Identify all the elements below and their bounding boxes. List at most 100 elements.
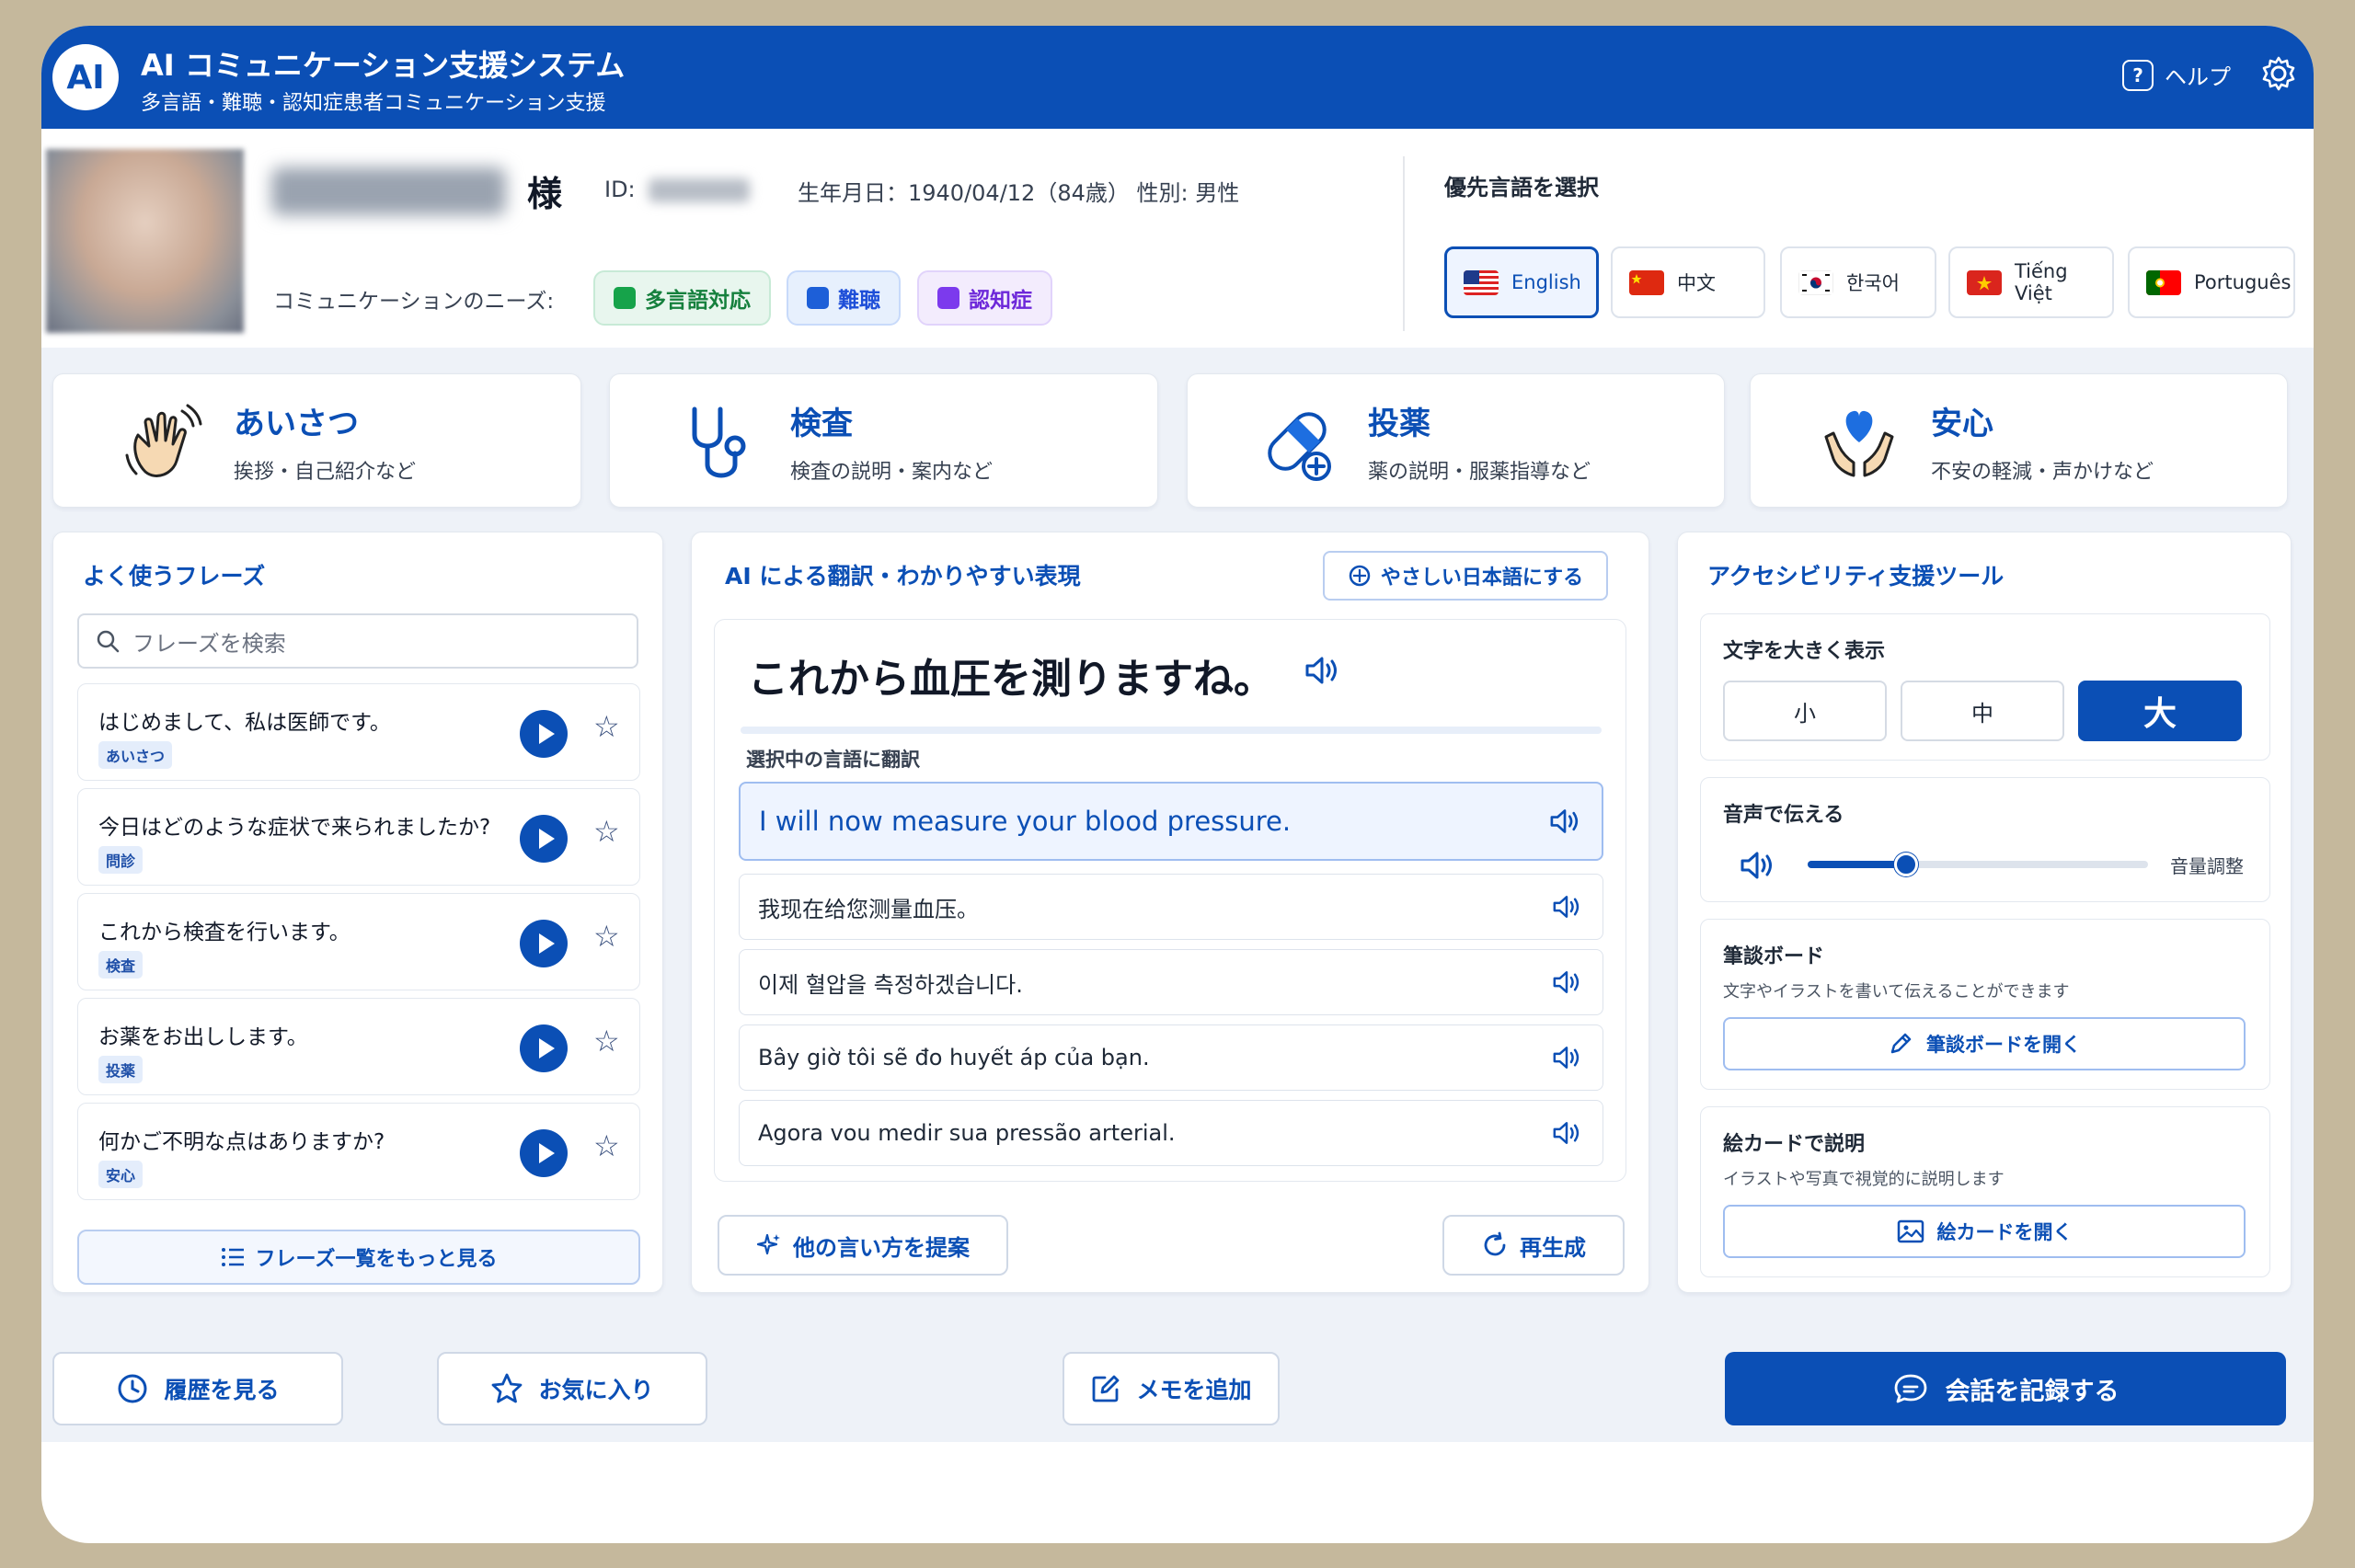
help-label: ヘルプ [2165,64,2231,90]
star-outline-icon [492,1373,523,1403]
patient-birth-info: 生年月日：1940/04/12（84歳） 性別: 男性 [798,180,1240,206]
phrase-text: はじめまして、私は医師です。 [98,711,391,735]
action-bar: 履歴を見る お気に入り メモを追加 会話を記録する [41,1313,2314,1442]
translation-title: AI による翻訳・わかりやすい表現 [725,563,1081,589]
phrase-tag: 投薬 [98,1056,144,1083]
favorites-button[interactable]: お気に入り [437,1352,707,1425]
translation-result-english[interactable]: I will now measure your blood pressure. [739,782,1603,861]
phrase-item[interactable]: 今日はどのような症状で来られましたか? 問診 ☆ [77,788,640,886]
text-size-tool: 文字を大きく表示 小 中 大 [1700,613,2270,761]
korea-flag-icon [1798,269,1833,295]
translation-result-chinese[interactable]: 我现在给您测量血压。 [739,874,1603,940]
play-icon[interactable] [520,920,568,967]
speaker-icon[interactable] [1548,807,1581,835]
star-icon[interactable]: ☆ [593,921,620,951]
category-title: 検査 [790,406,853,442]
regenerate-button[interactable]: 再生成 [1442,1215,1625,1276]
phrase-tag: 安心 [98,1161,144,1188]
category-title: あいさつ [234,406,359,442]
language-option-english[interactable]: English [1444,246,1599,318]
speaker-icon[interactable] [1551,894,1582,920]
language-label: English [1511,271,1581,293]
category-subtitle: 薬の説明・服薬指導など [1368,461,1591,484]
play-icon[interactable] [520,710,568,758]
patient-photo [46,149,244,333]
text-size-small-button[interactable]: 小 [1723,681,1887,741]
need-badge-multilingual: 多言語対応 [593,270,771,326]
record-conversation-button[interactable]: 会話を記録する [1725,1352,2286,1425]
category-reassurance[interactable]: 安心 不安の軽減・声かけなど [1750,373,2288,508]
app-header: AI AI コミュニケーション支援システム 多言語・難聴・認知症患者コミュニケー… [41,26,2314,129]
clock-icon [118,1374,147,1403]
phrase-item[interactable]: お薬をお出しします。 投薬 ☆ [77,998,640,1095]
speaker-icon[interactable] [1551,969,1582,995]
add-memo-label: メモを追加 [1136,1377,1252,1403]
image-icon [1897,1219,1924,1243]
search-icon [97,630,120,653]
category-title: 投薬 [1368,406,1430,442]
need-badge-dementia: 認知症 [917,270,1052,326]
help-button[interactable]: ? ヘルプ [2122,59,2231,91]
translation-text: I will now measure your blood pressure. [759,806,1292,837]
volume-slider[interactable] [1808,853,2148,876]
china-flag-icon [1629,269,1664,295]
play-icon[interactable] [520,815,568,863]
sparkle-icon [756,1233,780,1255]
writing-board-desc: 文字やイラストを書いて伝えることができます [1723,982,2070,1001]
phrases-title: よく使うフレーズ [83,563,266,589]
suggest-label: 他の言い方を提案 [793,1234,970,1261]
phrase-item[interactable]: 何かご不明な点はありますか? 安心 ☆ [77,1103,640,1200]
translation-result-korean[interactable]: 이제 혈압을 측정하겠습니다. [739,949,1603,1015]
translation-box: これから血圧を測りますね。 選択中の言語に翻訳 I will now measu… [714,619,1626,1182]
phrase-text: これから検査を行います。 [98,921,350,944]
open-writing-board-button[interactable]: 筆談ボードを開く [1723,1017,2246,1070]
play-icon[interactable] [520,1024,568,1072]
simplify-japanese-button[interactable]: やさしい日本語にする [1323,551,1608,601]
star-icon[interactable]: ☆ [593,817,620,846]
list-icon [221,1248,244,1266]
speaker-icon[interactable] [1551,1120,1582,1146]
add-memo-button[interactable]: メモを追加 [1063,1352,1280,1425]
picture-cards-title: 絵カードで説明 [1723,1133,1866,1156]
volume-label: 音量調整 [2170,855,2244,877]
suggest-alternatives-button[interactable]: 他の言い方を提案 [718,1215,1008,1276]
speaker-icon[interactable] [1551,1045,1582,1070]
language-title: 優先言語を選択 [1444,175,1599,200]
history-label: 履歴を見る [164,1377,280,1403]
speaker-icon[interactable] [1738,850,1776,881]
text-size-large-button[interactable]: 大 [2078,681,2242,741]
category-medication[interactable]: 投薬 薬の説明・服薬指導など [1187,373,1725,508]
divider [1403,156,1405,331]
phrase-item[interactable]: これから検査を行います。 検査 ☆ [77,893,640,990]
category-exam[interactable]: 検査 検査の説明・案内など [609,373,1158,508]
more-phrases-button[interactable]: フレーズ一覧をもっと見る [77,1230,640,1285]
question-icon: ? [2122,59,2154,91]
portugal-flag-icon [2146,269,2181,295]
category-subtitle: 検査の説明・案内など [790,461,994,484]
phrase-item[interactable]: はじめまして、私は医師です。 あいさつ ☆ [77,683,640,781]
app-subtitle: 多言語・難聴・認知症患者コミュニケーション支援 [141,92,606,115]
volume-slider-handle[interactable] [1894,853,1919,876]
phrase-text: お薬をお出しします。 [98,1025,308,1049]
app-logo: AI [52,44,119,110]
gear-icon[interactable] [2260,55,2297,92]
text-size-medium-button[interactable]: 中 [1901,681,2064,741]
language-option-chinese[interactable]: 中文 [1611,246,1765,318]
star-icon[interactable]: ☆ [593,1026,620,1056]
speaker-icon[interactable] [1304,655,1340,686]
phrase-search-input[interactable]: フレーズを検索 [77,613,638,669]
patient-id-redacted [649,178,750,202]
play-icon[interactable] [520,1129,568,1177]
patient-info: 様 ID: 生年月日：1940/04/12（84歳） 性別: 男性 コミュニケー… [41,129,2314,348]
category-greeting[interactable]: あいさつ 挨拶・自己紹介など [52,373,581,508]
pill-icon [1268,412,1331,481]
open-picture-cards-button[interactable]: 絵カードを開く [1723,1205,2246,1258]
language-option-portuguese[interactable]: Português [2128,246,2295,318]
star-icon[interactable]: ☆ [593,1131,620,1161]
language-option-korean[interactable]: 한국어 [1780,246,1936,318]
history-button[interactable]: 履歴を見る [52,1352,343,1425]
translation-result-portuguese[interactable]: Agora vou medir sua pressão arterial. [739,1100,1603,1166]
translation-result-vietnamese[interactable]: Bây giờ tôi sẽ đo huyết áp của bạn. [739,1024,1603,1091]
star-icon[interactable]: ☆ [593,712,620,741]
language-option-vietnamese[interactable]: Tiếng Việt [1948,246,2114,318]
